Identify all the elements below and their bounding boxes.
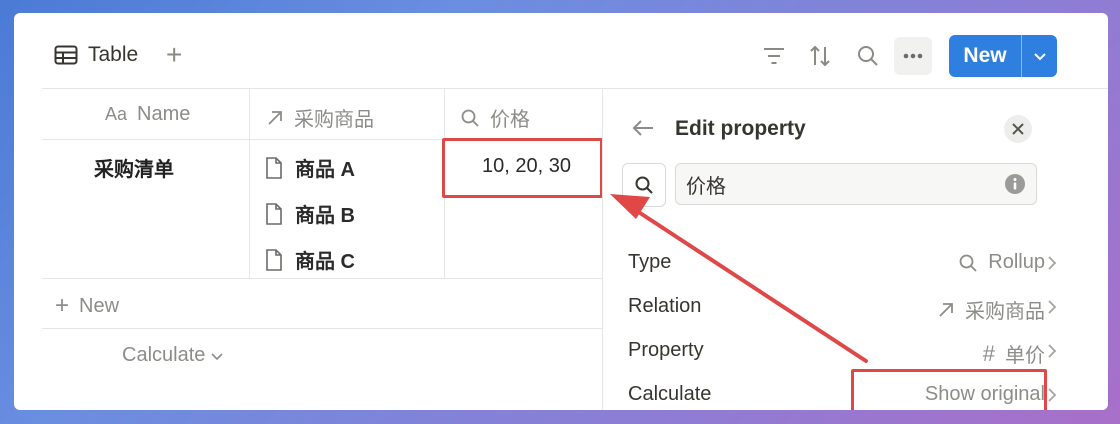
view-name: Table bbox=[88, 43, 139, 66]
table-icon bbox=[54, 45, 78, 65]
page-icon bbox=[266, 248, 282, 271]
type-value[interactable]: Rollup bbox=[958, 251, 1045, 274]
page-icon bbox=[266, 156, 282, 179]
column-header-relation[interactable]: 采购商品 bbox=[266, 103, 374, 132]
row-name-cell[interactable]: 采购清单 bbox=[94, 153, 174, 182]
new-button-label: New bbox=[963, 44, 1007, 67]
new-dropdown-button[interactable] bbox=[1022, 51, 1057, 61]
relation-item-label: 商品 C bbox=[295, 251, 355, 273]
calculate-label: Calculate bbox=[122, 344, 206, 366]
filter-icon[interactable] bbox=[763, 46, 785, 66]
relation-item-label: 商品 A bbox=[295, 159, 355, 181]
sort-icon[interactable] bbox=[808, 44, 832, 68]
relation-cell[interactable]: 商品 A 商品 B 商品 C bbox=[265, 153, 355, 274]
chevron-right-icon bbox=[1048, 344, 1057, 358]
property-value[interactable]: # 单价 bbox=[983, 339, 1045, 368]
type-label: Type bbox=[628, 251, 672, 273]
panel-title: Edit property bbox=[675, 117, 806, 140]
new-row-label: New bbox=[79, 294, 120, 317]
add-view-button[interactable]: + bbox=[166, 41, 182, 69]
highlight-box bbox=[851, 369, 1047, 410]
column-header-label: Name bbox=[137, 103, 191, 125]
more-options-button[interactable] bbox=[894, 37, 932, 75]
search-icon[interactable] bbox=[856, 44, 880, 68]
column-divider bbox=[249, 89, 250, 278]
new-button[interactable]: New bbox=[949, 35, 1057, 77]
calculate-button[interactable]: Calculate bbox=[122, 344, 223, 367]
type-value-label: Rollup bbox=[988, 251, 1045, 273]
relation-label: Relation bbox=[628, 295, 702, 317]
text-property-icon: Aa bbox=[105, 104, 128, 124]
highlight-box bbox=[442, 138, 603, 198]
view-tab-table[interactable]: Table bbox=[54, 43, 138, 67]
chevron-right-icon bbox=[1048, 300, 1057, 314]
chevron-right-icon bbox=[1048, 388, 1057, 402]
relation-value[interactable]: 采购商品 bbox=[937, 295, 1045, 324]
relation-item-label: 商品 B bbox=[295, 205, 355, 227]
hash-icon: # bbox=[982, 340, 995, 366]
edit-property-panel: Edit property 价格 Type Rollup Relation 采购… bbox=[602, 89, 1108, 410]
relation-item[interactable]: 商品 B bbox=[265, 199, 355, 228]
info-icon[interactable] bbox=[1004, 173, 1026, 195]
property-value-label: 单价 bbox=[1005, 345, 1045, 367]
property-icon-picker[interactable] bbox=[622, 163, 666, 207]
property-name-value: 价格 bbox=[686, 175, 726, 198]
arrow-up-right-icon bbox=[268, 110, 282, 125]
close-icon bbox=[1012, 123, 1024, 135]
row-bottom-border bbox=[42, 278, 602, 279]
close-button[interactable] bbox=[1004, 115, 1032, 143]
chevron-right-icon bbox=[1048, 256, 1057, 270]
ellipsis-icon bbox=[903, 53, 923, 59]
database-panel: Table + New Aa Name 采购商品 价格 采购清单 商品 A 商品… bbox=[14, 13, 1108, 410]
relation-item[interactable]: 商品 C bbox=[265, 245, 355, 274]
new-row-bottom-border bbox=[42, 328, 602, 329]
new-row-button[interactable]: + New bbox=[55, 292, 119, 320]
column-header-rollup[interactable]: 价格 bbox=[460, 103, 530, 132]
page-icon bbox=[266, 202, 282, 225]
relation-value-label: 采购商品 bbox=[965, 301, 1045, 323]
property-name-input[interactable]: 价格 bbox=[675, 163, 1037, 205]
column-header-label: 采购商品 bbox=[294, 109, 374, 131]
relation-item[interactable]: 商品 A bbox=[265, 153, 355, 182]
calculate-label: Calculate bbox=[628, 383, 712, 405]
plus-icon: + bbox=[55, 292, 70, 319]
search-icon bbox=[959, 254, 977, 272]
back-arrow-icon[interactable] bbox=[631, 119, 655, 137]
chevron-down-icon bbox=[1033, 53, 1046, 61]
column-header-label: 价格 bbox=[490, 109, 530, 131]
arrow-up-right-icon bbox=[939, 302, 953, 317]
search-icon bbox=[461, 109, 479, 127]
search-icon bbox=[635, 176, 653, 194]
column-header-name[interactable]: Aa Name bbox=[105, 103, 190, 126]
chevron-down-icon bbox=[211, 352, 223, 360]
property-label: Property bbox=[628, 339, 704, 361]
